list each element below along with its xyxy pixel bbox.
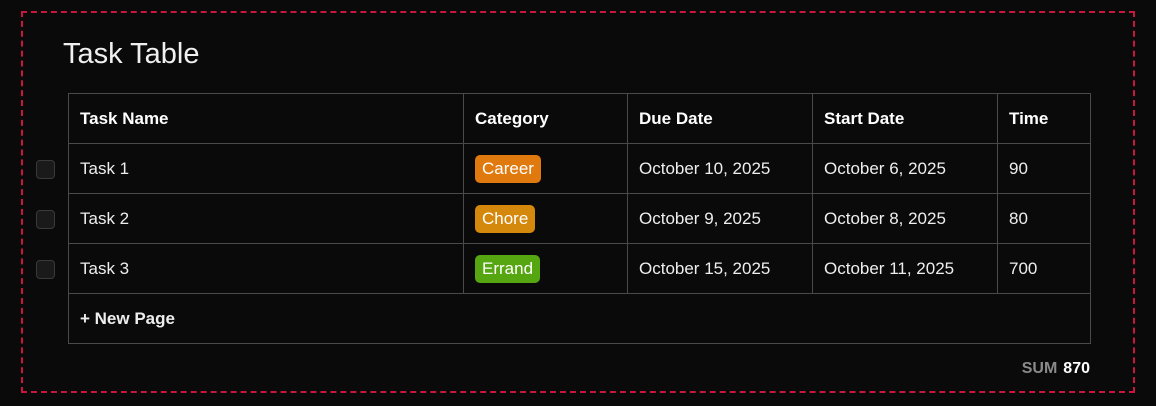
sum-value: 870 bbox=[1063, 360, 1090, 377]
start-date-cell[interactable]: October 8, 2025 bbox=[812, 193, 998, 244]
sum-summary: SUM 870 bbox=[1022, 360, 1090, 378]
task-table: Task Name Category Due Date Start Date T… bbox=[68, 93, 1091, 344]
category-cell[interactable]: Chore bbox=[463, 193, 628, 244]
category-cell[interactable]: Errand bbox=[463, 243, 628, 294]
due-date-cell[interactable]: October 10, 2025 bbox=[627, 143, 813, 194]
task-name-cell[interactable]: Task 1 bbox=[68, 143, 464, 194]
category-tag: Chore bbox=[475, 204, 536, 233]
time-cell[interactable]: 700 bbox=[997, 243, 1091, 294]
row-checkbox-3[interactable] bbox=[36, 260, 55, 279]
task-name-cell[interactable]: Task 2 bbox=[68, 193, 464, 244]
time-cell[interactable]: 90 bbox=[997, 143, 1091, 194]
header-task-name[interactable]: Task Name bbox=[68, 93, 464, 144]
row-checkbox-2[interactable] bbox=[36, 210, 55, 229]
table-row[interactable]: Task 3 Errand October 15, 2025 October 1… bbox=[68, 243, 1091, 294]
start-date-cell[interactable]: October 6, 2025 bbox=[812, 143, 998, 194]
new-page-button[interactable]: + New Page bbox=[68, 293, 1091, 344]
category-cell[interactable]: Career bbox=[463, 143, 628, 194]
time-cell[interactable]: 80 bbox=[997, 193, 1091, 244]
row-checkbox-1[interactable] bbox=[36, 160, 55, 179]
table-header-row: Task Name Category Due Date Start Date T… bbox=[68, 93, 1091, 144]
new-page-row[interactable]: + New Page bbox=[68, 293, 1091, 344]
task-name-cell[interactable]: Task 3 bbox=[68, 243, 464, 294]
table-row[interactable]: Task 2 Chore October 9, 2025 October 8, … bbox=[68, 193, 1091, 244]
due-date-cell[interactable]: October 9, 2025 bbox=[627, 193, 813, 244]
category-tag: Career bbox=[475, 154, 541, 183]
header-time[interactable]: Time bbox=[997, 93, 1091, 144]
header-category[interactable]: Category bbox=[463, 93, 628, 144]
sum-label: SUM bbox=[1021, 360, 1058, 377]
start-date-cell[interactable]: October 11, 2025 bbox=[812, 243, 998, 294]
category-tag: Errand bbox=[475, 254, 541, 283]
page-title: Task Table bbox=[63, 38, 200, 70]
header-start-date[interactable]: Start Date bbox=[812, 93, 998, 144]
due-date-cell[interactable]: October 15, 2025 bbox=[627, 243, 813, 294]
header-due-date[interactable]: Due Date bbox=[627, 93, 813, 144]
table-row[interactable]: Task 1 Career October 10, 2025 October 6… bbox=[68, 143, 1091, 194]
